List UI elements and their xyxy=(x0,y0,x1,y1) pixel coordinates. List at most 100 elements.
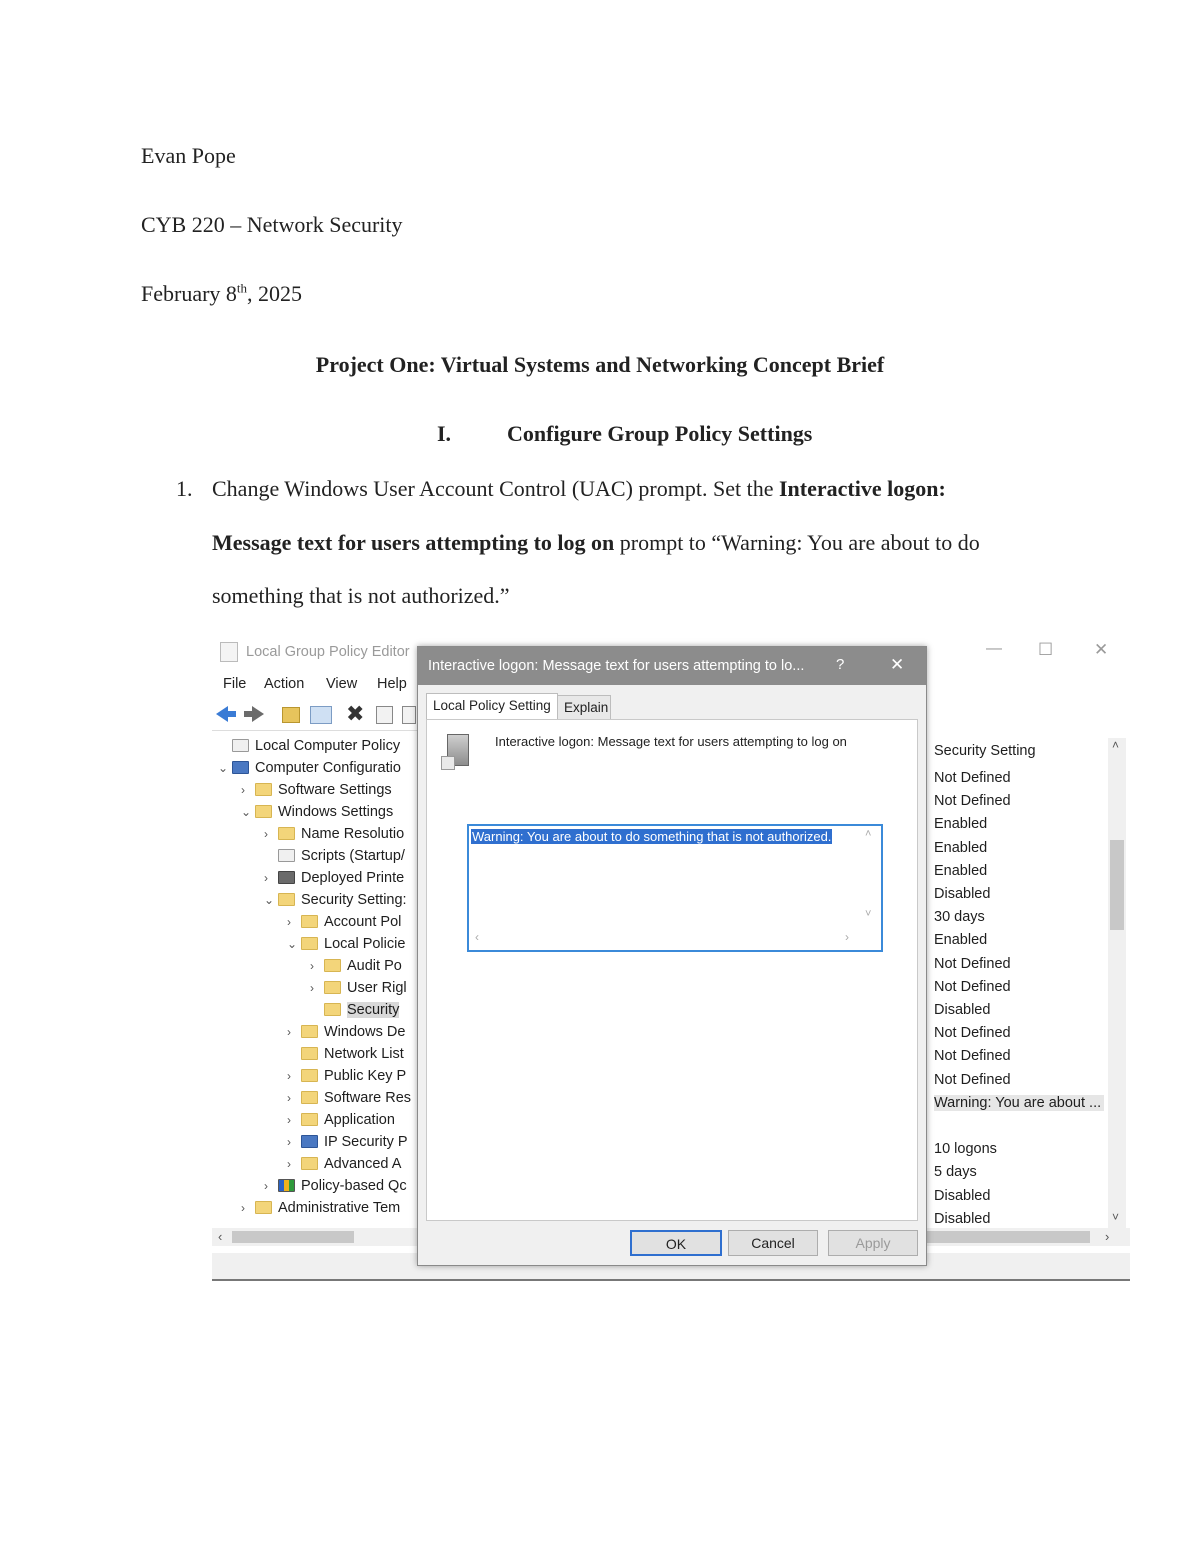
tree-item[interactable]: › IP Security P xyxy=(287,1134,408,1150)
textarea-scroll-down-icon[interactable]: ˅ xyxy=(865,908,871,920)
chevron-right-icon[interactable]: › xyxy=(287,915,301,929)
tree-item[interactable]: › Advanced A xyxy=(287,1156,401,1172)
menu-action[interactable]: Action xyxy=(264,676,304,692)
chevron-right-icon[interactable]: › xyxy=(241,1201,255,1215)
scroll-thumb[interactable] xyxy=(232,1231,354,1243)
delete-icon[interactable]: ✖ xyxy=(346,701,364,727)
scroll-left-icon[interactable]: ‹ xyxy=(218,1229,222,1244)
setting-value[interactable]: 10 logons xyxy=(934,1141,997,1157)
setting-value[interactable]: Not Defined xyxy=(934,770,1011,786)
tree-item[interactable]: › Application xyxy=(287,1112,395,1128)
chevron-down-icon[interactable]: ⌄ xyxy=(218,761,232,775)
maximize-button[interactable]: ☐ xyxy=(1038,640,1053,660)
tree-item[interactable]: › Account Pol xyxy=(287,914,401,930)
tree-item[interactable]: › Deployed Printe xyxy=(264,870,404,886)
setting-value[interactable]: Disabled xyxy=(934,1188,990,1204)
message-text-area[interactable]: Warning: You are about to do something t… xyxy=(467,824,883,952)
settings-horizontal-scrollbar[interactable]: › xyxy=(925,1228,1130,1246)
chevron-down-icon[interactable]: ⌄ xyxy=(287,937,301,951)
tree-item[interactable]: ⌄ Local Policie xyxy=(287,936,405,952)
chevron-right-icon[interactable]: › xyxy=(287,1091,301,1105)
textarea-scroll-up-icon[interactable]: ˄ xyxy=(865,828,871,840)
setting-value[interactable]: Warning: You are about ... xyxy=(934,1094,1104,1111)
chevron-right-icon[interactable]: › xyxy=(287,1157,301,1171)
tab-local-policy-setting[interactable]: Local Policy Setting xyxy=(426,693,558,720)
setting-value[interactable]: Enabled xyxy=(934,816,987,832)
tree-item[interactable]: › Windows De xyxy=(287,1024,405,1040)
chevron-right-icon[interactable]: › xyxy=(287,1025,301,1039)
chevron-right-icon[interactable]: › xyxy=(287,1113,301,1127)
setting-value[interactable]: 5 days xyxy=(934,1164,977,1180)
setting-value[interactable]: Enabled xyxy=(934,840,987,856)
chevron-right-icon[interactable]: › xyxy=(241,783,255,797)
tree-item[interactable]: › User Rigl xyxy=(310,980,407,996)
apply-button[interactable]: Apply xyxy=(828,1230,918,1256)
tree-item[interactable]: Security xyxy=(310,1002,400,1018)
tree-item[interactable]: Network List xyxy=(287,1046,404,1062)
tree-item[interactable]: ⌄ Windows Settings xyxy=(241,804,393,820)
chevron-down-icon[interactable]: ⌄ xyxy=(264,893,278,907)
setting-value[interactable]: Not Defined xyxy=(934,793,1011,809)
tree-item[interactable]: › Name Resolutio xyxy=(264,826,404,842)
settings-hscroll-thumb[interactable] xyxy=(925,1231,1090,1243)
dialog-close-button[interactable]: ✕ xyxy=(890,655,904,675)
tree-item[interactable]: › Software Settings xyxy=(241,782,392,798)
minimize-button[interactable]: — xyxy=(986,640,1002,658)
chevron-right-icon[interactable]: › xyxy=(310,959,324,973)
ok-button[interactable]: OK xyxy=(630,1230,722,1256)
menu-help[interactable]: Help xyxy=(377,676,407,692)
setting-value[interactable]: Disabled xyxy=(934,886,990,902)
setting-value[interactable]: Not Defined xyxy=(934,1025,1011,1041)
chevron-right-icon[interactable]: › xyxy=(287,1135,301,1149)
tree-horizontal-scrollbar[interactable]: ‹ xyxy=(212,1228,417,1246)
scroll-down-icon[interactable]: ˅ xyxy=(1112,1210,1119,1224)
close-button[interactable]: ✕ xyxy=(1094,640,1108,660)
textarea-scroll-right-icon[interactable]: › xyxy=(845,930,849,944)
settings-vertical-scrollbar[interactable]: ˄ ˅ xyxy=(1108,738,1126,1228)
setting-value[interactable]: Not Defined xyxy=(934,956,1011,972)
dialog-title-bar[interactable]: Interactive logon: Message text for user… xyxy=(418,647,926,685)
setting-value[interactable]: Not Defined xyxy=(934,1072,1011,1088)
forward-arrow-icon[interactable] xyxy=(252,706,264,722)
tree-item[interactable]: Scripts (Startup/ xyxy=(264,848,405,864)
chevron-right-icon[interactable]: › xyxy=(310,981,324,995)
chevron-right-icon[interactable]: › xyxy=(264,871,278,885)
properties-icon[interactable] xyxy=(376,706,393,724)
scroll-right-icon[interactable]: › xyxy=(1105,1229,1109,1244)
setting-value[interactable]: 30 days xyxy=(934,909,985,925)
menu-view[interactable]: View xyxy=(326,676,357,692)
help-button[interactable]: ? xyxy=(836,656,844,673)
textarea-scroll-left-icon[interactable]: ‹ xyxy=(475,930,479,944)
setting-value[interactable]: Enabled xyxy=(934,863,987,879)
setting-value[interactable]: Not Defined xyxy=(934,1048,1011,1064)
chevron-down-icon[interactable]: ⌄ xyxy=(241,805,255,819)
chevron-right-icon[interactable]: › xyxy=(287,1069,301,1083)
tree-item[interactable]: › Administrative Tem xyxy=(241,1200,400,1216)
tree-item[interactable]: ⌄ Computer Configuratio xyxy=(218,760,401,776)
setting-value[interactable]: Not Defined xyxy=(934,979,1011,995)
tab-explain[interactable]: Explain xyxy=(557,695,611,721)
message-text-value[interactable]: Warning: You are about to do something t… xyxy=(471,829,833,844)
cancel-button[interactable]: Cancel xyxy=(728,1230,818,1256)
tree-item[interactable]: Local Computer Policy xyxy=(218,738,400,754)
chevron-right-icon[interactable]: › xyxy=(264,1179,278,1193)
show-hide-tree-icon[interactable] xyxy=(310,706,332,724)
settings-column-header[interactable]: Security Setting xyxy=(934,743,1036,759)
tree-item[interactable]: ⌄ Security Setting: xyxy=(264,892,407,908)
tree-item[interactable]: › Software Res xyxy=(287,1090,411,1106)
tree-item-label: Security xyxy=(347,1002,400,1018)
tree-item-label: Scripts (Startup/ xyxy=(301,848,405,864)
scroll-up-icon[interactable]: ˄ xyxy=(1112,738,1119,752)
tree-item[interactable]: › Audit Po xyxy=(310,958,402,974)
setting-value[interactable]: Enabled xyxy=(934,932,987,948)
chevron-right-icon[interactable]: › xyxy=(264,827,278,841)
tree-item[interactable]: › Public Key P xyxy=(287,1068,406,1084)
export-list-icon[interactable] xyxy=(402,706,416,724)
up-folder-icon[interactable] xyxy=(282,707,300,723)
back-arrow-icon[interactable] xyxy=(216,706,228,722)
settings-scroll-thumb[interactable] xyxy=(1110,840,1124,930)
menu-file[interactable]: File xyxy=(223,676,246,692)
setting-value[interactable]: Disabled xyxy=(934,1211,990,1227)
tree-item[interactable]: › Policy-based Qc xyxy=(264,1178,407,1194)
setting-value[interactable]: Disabled xyxy=(934,1002,990,1018)
